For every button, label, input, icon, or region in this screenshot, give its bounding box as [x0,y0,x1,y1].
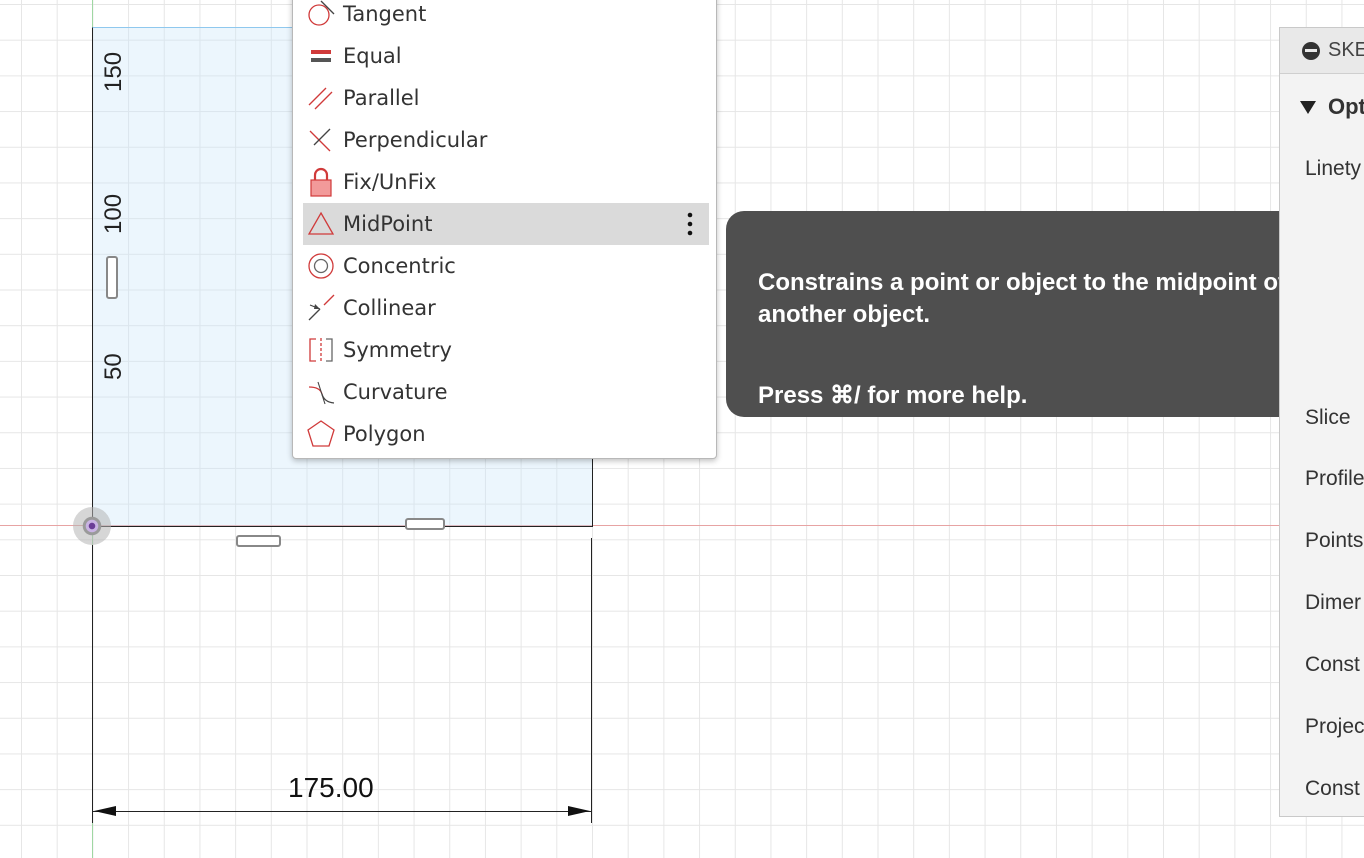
tick-label-150: 150 [100,51,127,92]
menu-item-parallel[interactable]: Parallel [303,77,709,119]
tick-label-100: 100 [100,193,127,234]
dimension-extension-right [591,538,592,823]
menu-label-polygon: Polygon [343,422,426,446]
menu-label-equal: Equal [343,44,402,68]
palette-row-profile[interactable]: Profile [1305,467,1364,491]
palette-row-dimensions[interactable]: Dimer [1305,591,1361,615]
dimension-line [92,811,591,812]
triangle-down-icon[interactable] [1300,100,1316,114]
perpendicular-icon [303,119,339,161]
origin-point[interactable] [73,507,111,545]
menu-item-perpendicular[interactable]: Perpendicular [303,119,709,161]
symmetry-icon [303,329,339,371]
menu-item-polygon[interactable]: Polygon [303,413,709,455]
menu-label-tangent: Tangent [343,2,427,26]
menu-label-concentric: Concentric [343,254,456,278]
menu-item-tangent[interactable]: Tangent [303,0,709,35]
menu-item-fix-unfix[interactable]: Fix/UnFix [303,161,709,203]
tangent-icon [303,0,339,35]
palette-title: SKE [1328,39,1364,61]
midpoint-icon [303,203,339,245]
menu-item-curvature[interactable]: Curvature [303,371,709,413]
lock-icon [303,161,339,203]
options-section-header[interactable]: Opt [1280,86,1364,128]
menu-item-concentric[interactable]: Concentric [303,245,709,287]
dimension-value[interactable]: 175.00 [288,772,374,804]
dimension-arrow-right [568,806,590,816]
menu-label-symmetry: Symmetry [343,338,452,362]
menu-label-curvature: Curvature [343,380,448,404]
menu-item-collinear[interactable]: Collinear [303,287,709,329]
horizontal-constraint-glyph[interactable] [106,256,118,299]
tooltip-description: Constrains a point or object to the midp… [758,269,1286,328]
dimension-extension-left [92,545,93,823]
menu-item-equal[interactable]: Equal [303,35,709,77]
palette-row-linetype[interactable]: Linety [1305,157,1361,181]
menu-label-collinear: Collinear [343,296,436,320]
constraint-menu: Tangent Equal Parallel Perpendicular Fix… [292,0,717,459]
sketch-palette: SKE Opt Linety Slice Profile Points Dime… [1279,27,1364,817]
tick-label-50: 50 [100,353,127,380]
concentric-icon [303,245,339,287]
dimension-arrow-left [94,806,116,816]
palette-row-points[interactable]: Points [1305,529,1363,553]
menu-label-parallel: Parallel [343,86,420,110]
palette-row-slice[interactable]: Slice [1305,406,1351,430]
polygon-icon [303,413,339,455]
palette-row-construction[interactable]: Const [1305,777,1360,801]
menu-label-perpendicular: Perpendicular [343,128,488,152]
equal-constraint-glyph[interactable] [405,518,445,530]
parallel-icon [303,77,339,119]
menu-item-midpoint[interactable]: MidPoint [303,203,709,245]
palette-header[interactable]: SKE [1280,28,1364,74]
equal-icon [303,35,339,77]
options-section-label: Opt [1328,94,1364,119]
collinear-icon [303,287,339,329]
menu-label-midpoint: MidPoint [343,212,433,236]
midpoint-tooltip: Constrains a point or object to the midp… [726,211,1364,417]
palette-row-projected[interactable]: Projec [1305,715,1364,739]
palette-row-constraints[interactable]: Const [1305,653,1360,677]
tooltip-help-text: Press ⌘/ for more help. [758,382,1028,409]
curvature-icon [303,371,339,413]
collapse-icon[interactable] [1302,41,1320,60]
menu-item-symmetry[interactable]: Symmetry [303,329,709,371]
more-options-icon[interactable] [687,212,693,236]
menu-label-fix-unfix: Fix/UnFix [343,170,437,194]
vertical-constraint-glyph[interactable] [236,535,281,547]
